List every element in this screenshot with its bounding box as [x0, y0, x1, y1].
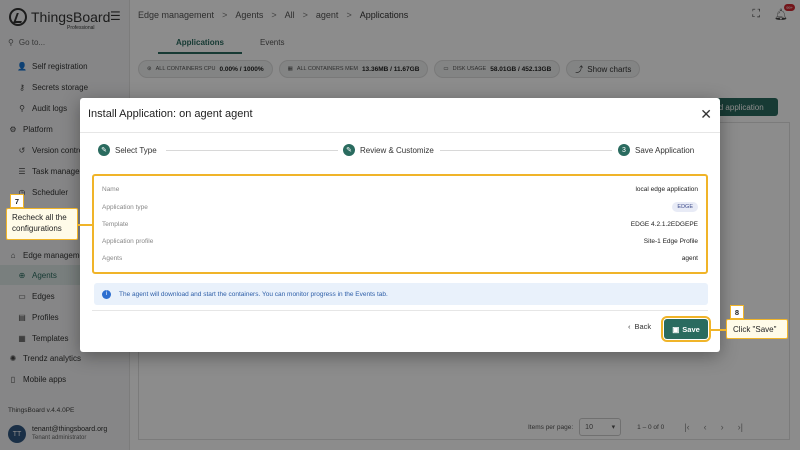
- edit-icon: ✎: [343, 144, 355, 156]
- info-icon: i: [102, 289, 111, 299]
- save-button[interactable]: ▣ Save: [661, 316, 711, 342]
- callout-connector: [78, 224, 92, 226]
- summary-row-application-profile: Application profile Site-1 Edge Profile: [102, 237, 698, 245]
- summary-row-application-type: Application type EDGE: [102, 200, 698, 214]
- dialog-divider: [80, 132, 720, 133]
- step-connector: [440, 150, 612, 151]
- close-icon[interactable]: ✕: [700, 106, 712, 123]
- chevron-left-icon: ‹: [628, 322, 631, 331]
- dialog-title: Install Application: on agent agent: [88, 108, 253, 120]
- info-banner: i The agent will download and start the …: [94, 283, 708, 305]
- dialog-footer-divider: [92, 310, 708, 311]
- callout-recheck: Recheck all the configurations: [6, 208, 78, 240]
- callout-click-save: Click "Save": [726, 319, 788, 339]
- callout-step-number-7: 7: [10, 194, 24, 208]
- step-connector: [166, 150, 338, 151]
- save-icon: ▣: [672, 324, 680, 334]
- application-type-chip: EDGE: [672, 202, 698, 212]
- summary-row-agents: Agents agent: [102, 254, 698, 262]
- step-save-application[interactable]: 3 Save Application: [618, 144, 694, 156]
- callout-step-number-8: 8: [730, 305, 744, 319]
- summary-row-name: Name local edge application: [102, 185, 698, 193]
- callout-connector: [710, 329, 726, 331]
- install-application-dialog: Install Application: on agent agent ✕ ✎ …: [80, 98, 720, 352]
- step-number: 3: [618, 144, 630, 156]
- back-button[interactable]: ‹ Back: [628, 322, 651, 331]
- step-select-type[interactable]: ✎ Select Type: [98, 144, 157, 156]
- application-summary: Name local edge application Application …: [92, 174, 708, 274]
- edit-icon: ✎: [98, 144, 110, 156]
- step-review-customize[interactable]: ✎ Review & Customize: [343, 144, 434, 156]
- summary-row-template: Template EDGE 4.2.1.2EDGEPE: [102, 220, 698, 228]
